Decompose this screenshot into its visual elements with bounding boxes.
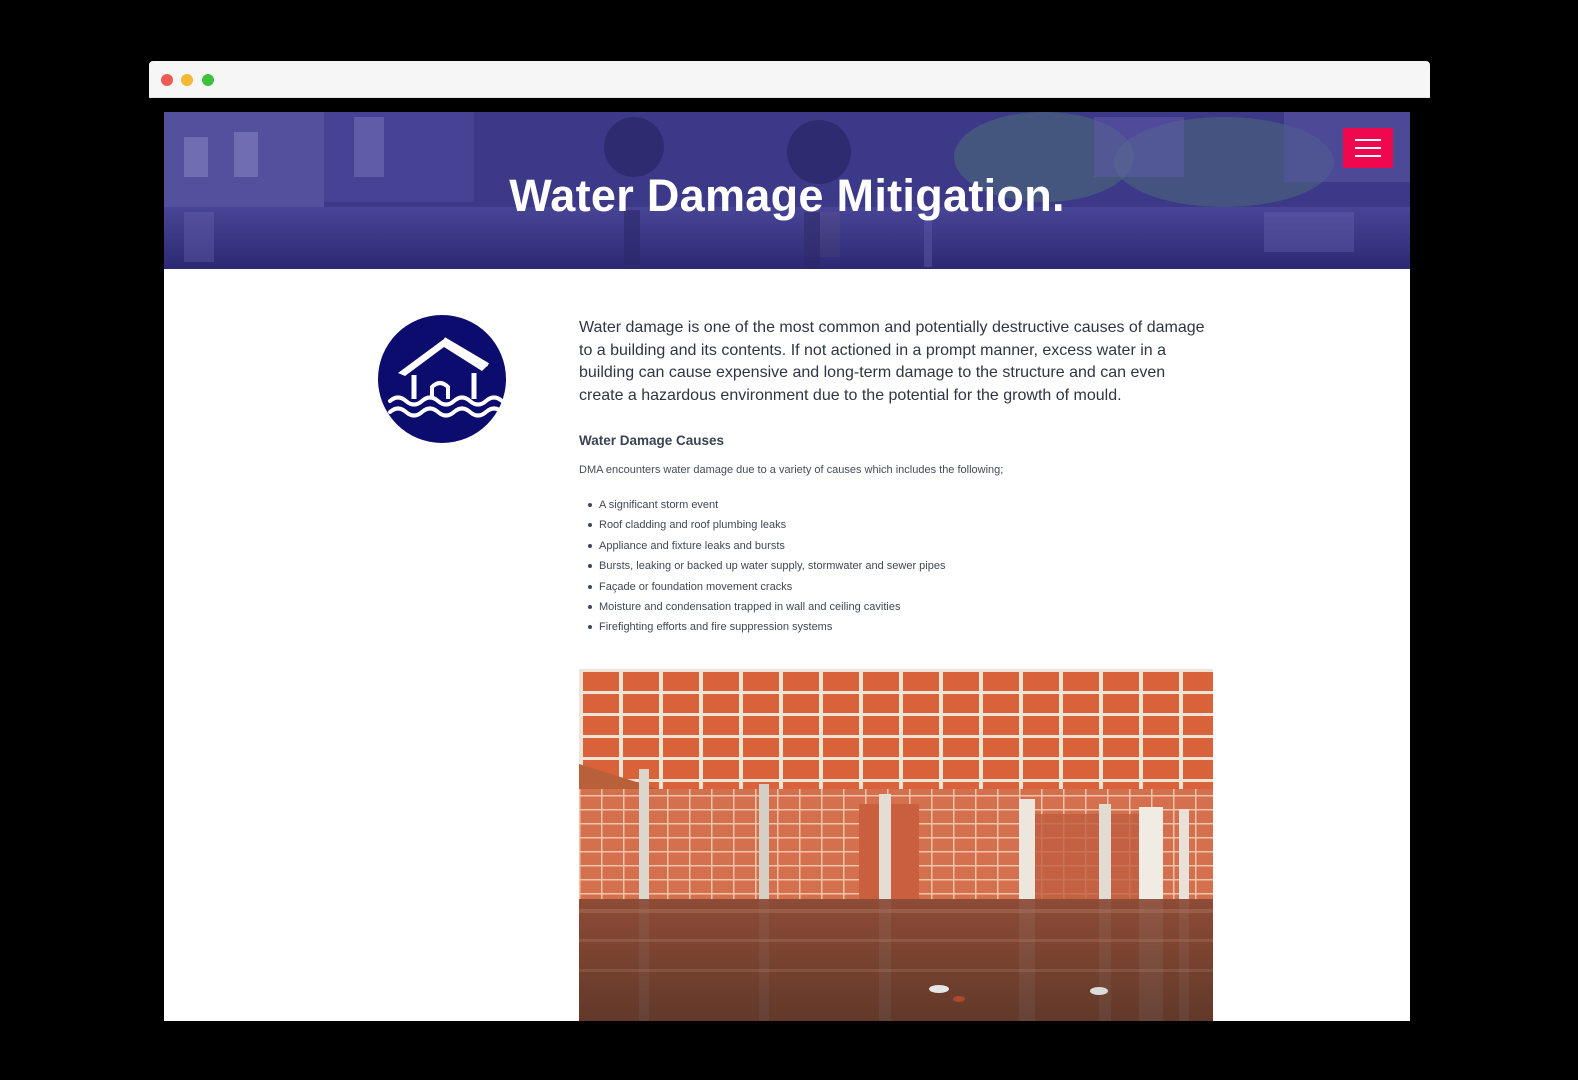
causes-lead: DMA encounters water damage due to a var… <box>579 464 1004 476</box>
hero-banner: Water Damage Mitigation. <box>164 112 1410 269</box>
maximize-window-button[interactable] <box>202 74 214 86</box>
browser-window: Water Damage Mitigation. Water damage is… <box>149 61 1430 1037</box>
browser-titlebar <box>149 61 1430 98</box>
minimize-window-button[interactable] <box>181 74 193 86</box>
page-title: Water Damage Mitigation. <box>509 170 1065 221</box>
flooded-basement-illustration <box>579 669 1213 1021</box>
list-item: Bursts, leaking or backed up water suppl… <box>579 556 1214 576</box>
hamburger-menu-icon <box>1355 139 1381 141</box>
causes-heading: Water Damage Causes <box>579 433 725 448</box>
hamburger-menu-button[interactable] <box>1343 128 1393 168</box>
list-item: Appliance and fixture leaks and bursts <box>579 536 1214 556</box>
flooded-basement-photo <box>579 669 1213 1021</box>
article-content: Water damage is one of the most common a… <box>579 317 1214 638</box>
list-item: Roof cladding and roof plumbing leaks <box>579 515 1214 535</box>
list-item: A significant storm event <box>579 495 1214 515</box>
intro-paragraph: Water damage is one of the most common a… <box>579 319 1205 404</box>
flooded-house-icon <box>378 315 506 443</box>
page-viewport: Water Damage Mitigation. Water damage is… <box>164 112 1410 1021</box>
list-item: Firefighting efforts and fire suppressio… <box>579 617 1214 637</box>
list-item: Moisture and condensation trapped in wal… <box>579 597 1214 617</box>
close-window-button[interactable] <box>161 74 173 86</box>
causes-list: A significant storm event Roof cladding … <box>579 495 1214 638</box>
list-item: Façade or foundation movement cracks <box>579 577 1214 597</box>
